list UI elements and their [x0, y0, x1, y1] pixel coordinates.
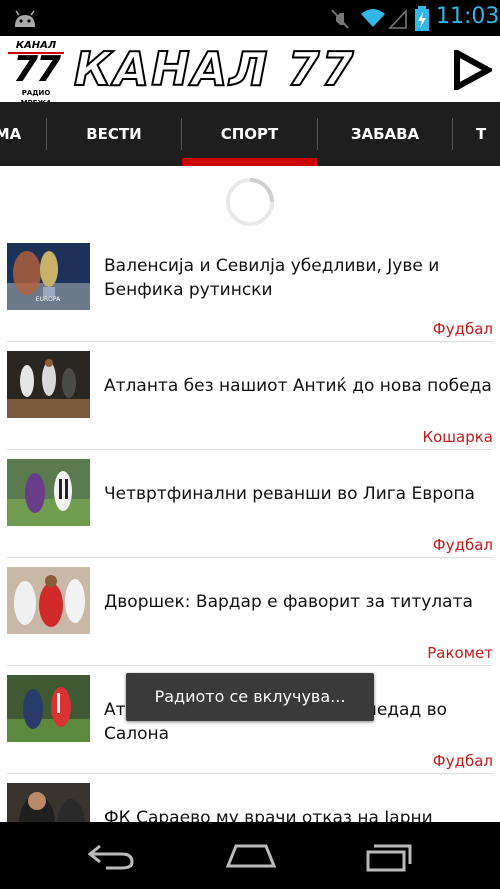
- article-thumbnail: EUROPA: [7, 243, 90, 310]
- back-icon[interactable]: [86, 840, 136, 872]
- app-title: КАНАЛ 77: [73, 41, 356, 97]
- divider: [7, 665, 493, 666]
- article-category: Ракомет: [427, 644, 493, 662]
- category-tab-bar: МА ВЕСТИ СПОРТ ЗАБАВА Т: [0, 102, 500, 166]
- logo-number: 77: [12, 49, 61, 90]
- wifi-icon: [361, 9, 385, 27]
- kanal-77-logo: КАНАЛ 77 РАДИО МРЕЖА: [8, 40, 64, 107]
- loading-spinner-icon: [226, 178, 274, 226]
- tab-home[interactable]: МА: [0, 102, 46, 166]
- article-title: Четвртфинални реванши во Лига Европа: [104, 484, 475, 504]
- news-item[interactable]: Четвртфинални реванши во Лига Европа Фуд…: [0, 452, 500, 560]
- divider: [7, 449, 493, 450]
- tab-entertainment[interactable]: ЗАБАВА: [318, 102, 452, 166]
- clock: 11:03: [436, 4, 500, 29]
- tab-news[interactable]: ВЕСТИ: [47, 102, 181, 166]
- selected-tab-indicator: [182, 158, 317, 166]
- article-thumbnail: [7, 567, 90, 634]
- signal-icon: [388, 8, 407, 29]
- article-category: Фудбал: [432, 752, 493, 770]
- news-item[interactable]: Дворшек: Вардар е фаворит за титулата Ра…: [0, 560, 500, 668]
- article-category: Фудбал: [432, 536, 493, 554]
- article-thumbnail: [7, 459, 90, 526]
- tab-more[interactable]: Т: [476, 102, 500, 166]
- divider: [7, 557, 493, 558]
- article-category: Фудбал: [432, 320, 493, 338]
- system-navigation-bar: [0, 822, 500, 889]
- article-thumbnail: [7, 675, 90, 742]
- app-header: КАНАЛ 77 РАДИО МРЕЖА КАНАЛ 77: [0, 36, 500, 107]
- android-icon: [15, 10, 35, 27]
- recent-apps-icon[interactable]: [364, 840, 416, 872]
- article-title: Валенсија и Севилја убедливи, Јуве и Бен…: [104, 256, 440, 300]
- divider: [7, 341, 493, 342]
- news-item[interactable]: EUROPA Валенсија и Севилја убедливи, Јув…: [0, 236, 500, 344]
- play-icon[interactable]: [452, 50, 492, 90]
- home-icon[interactable]: [224, 840, 278, 872]
- article-title: Дворшек: Вардар е фаворит за титулата: [104, 592, 473, 612]
- status-bar: 11:03: [0, 0, 500, 36]
- divider: [7, 773, 493, 774]
- tab-sport[interactable]: СПОРТ: [182, 102, 317, 166]
- svg-text:EUROPA: EUROPA: [36, 296, 61, 303]
- mute-icon: [331, 9, 349, 29]
- battery-charging-icon: [415, 6, 429, 31]
- tab-divider: [452, 118, 453, 150]
- article-thumbnail: [7, 351, 90, 418]
- toast-message: Радиото се вклучува...: [126, 673, 374, 721]
- article-category: Кошарка: [422, 428, 493, 446]
- article-title: Атланта без нашиот Антиќ до нова победа: [104, 376, 492, 396]
- news-item[interactable]: Атланта без нашиот Антиќ до нова победа …: [0, 344, 500, 452]
